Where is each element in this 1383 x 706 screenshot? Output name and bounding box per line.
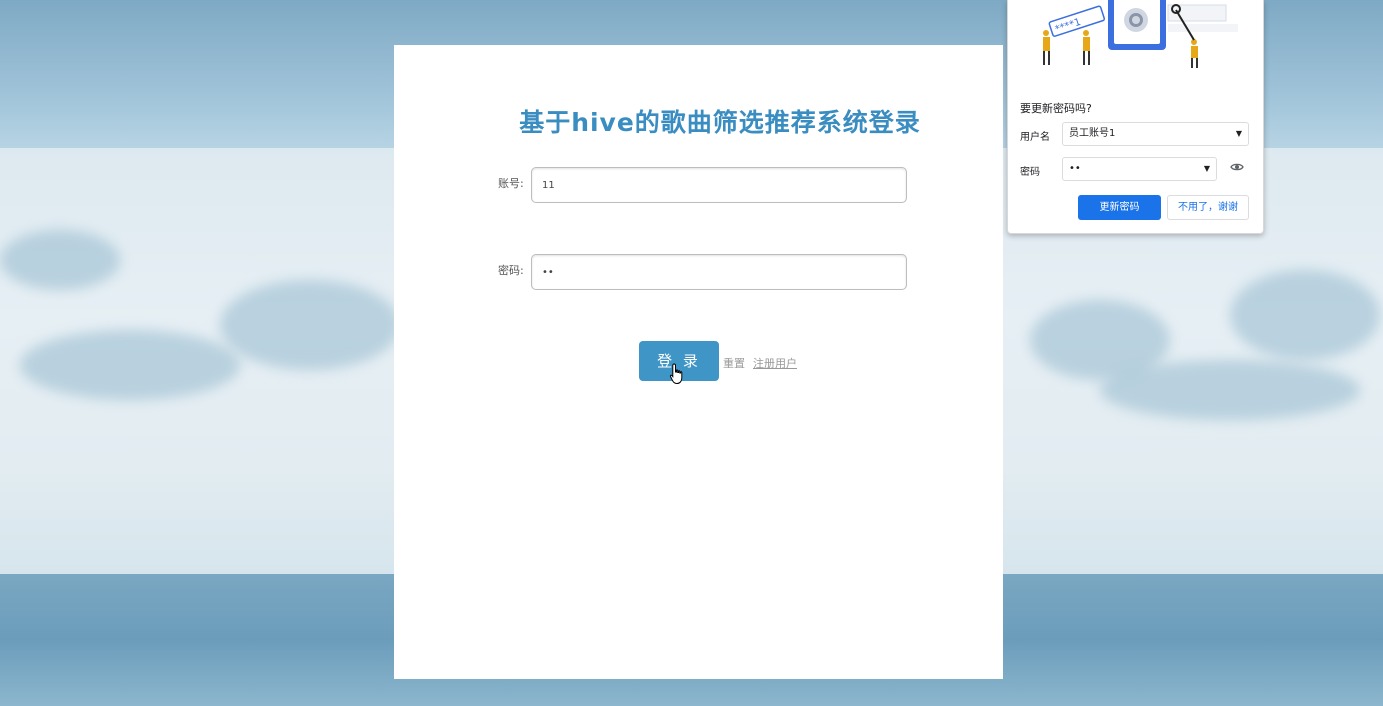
password-label: 密码: (498, 264, 524, 277)
page-title: 基于hive的歌曲筛选推荐系统登录 (519, 108, 921, 137)
popup-password-label: 密码 (1020, 167, 1040, 178)
dismiss-button[interactable]: 不用了，谢谢 (1167, 195, 1249, 220)
popup-password-select[interactable]: •• ▼ (1062, 157, 1217, 181)
password-input[interactable]: •• (531, 254, 907, 290)
cloud (0, 230, 120, 290)
hand-pointer-icon (669, 363, 683, 385)
account-input[interactable]: 11 (531, 167, 907, 203)
caret-down-icon: ▼ (1203, 164, 1210, 173)
username-value: 员工账号1 (1069, 128, 1116, 139)
account-label: 账号: (498, 177, 524, 190)
eye-icon[interactable] (1230, 162, 1244, 172)
reset-link[interactable]: 重置 (723, 355, 745, 371)
update-password-button[interactable]: 更新密码 (1078, 195, 1161, 220)
register-link[interactable]: 注册用户 (753, 355, 797, 371)
cloud (220, 280, 400, 370)
password-manager-popup: ****1 要更新密码吗? 用户名 员工账号1 ▼ 密码 •• ▼ 更新密码 不… (1007, 0, 1264, 234)
caret-down-icon: ▼ (1235, 129, 1242, 138)
popup-password-value: •• (1069, 163, 1081, 174)
cloud (1100, 360, 1360, 420)
cloud (20, 330, 240, 400)
username-label: 用户名 (1020, 132, 1050, 143)
login-card: 基于hive的歌曲筛选推荐系统登录 账号: 11 密码: •• 登 录 重置 注… (394, 45, 1003, 679)
password-illustration: ****1 (1043, 0, 1238, 68)
username-select[interactable]: 员工账号1 ▼ (1062, 122, 1249, 146)
cloud (1230, 270, 1380, 360)
popup-heading: 要更新密码吗? (1020, 102, 1092, 115)
